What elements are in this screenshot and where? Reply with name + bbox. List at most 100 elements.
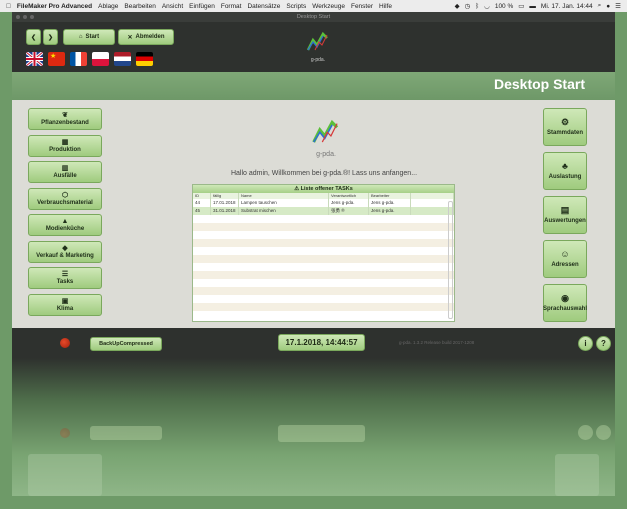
table-row[interactable]: 44 17.01.2018 Lampen tauschen Jens g-pda… (193, 199, 454, 207)
home-icon: ⌂ (78, 34, 83, 40)
close-window-icon[interactable] (16, 15, 20, 19)
cell-editor: Jens g-pda. (369, 207, 411, 215)
cell-editor: Jens g-pda. (369, 199, 411, 207)
notification-center-icon[interactable]: ☰ (615, 2, 621, 10)
nav-label: Ausfälle (53, 173, 77, 179)
backup-reflection (90, 426, 162, 440)
nav-modienkueche-button[interactable]: ▲ Modienküche (28, 214, 102, 236)
menu-item[interactable]: Ansicht (162, 3, 183, 10)
spotlight-icon[interactable]: ⌕ (598, 2, 602, 10)
nav-auswertungen-button[interactable]: ▤ Auswertungen (543, 196, 587, 234)
tomato-icon[interactable] (60, 338, 70, 348)
menu-item[interactable]: Ablage (98, 3, 118, 10)
flag-poland-icon[interactable] (92, 52, 109, 66)
task-list-title: Liste offener TASKs (300, 186, 353, 192)
nav-adressen-button[interactable]: ☺ Adressen (543, 240, 587, 278)
window-controls[interactable] (16, 15, 34, 19)
nav-tasks-button[interactable]: ☰ Tasks (28, 267, 102, 289)
flag-france-icon[interactable] (70, 52, 87, 66)
gear-icon: ⚙ (560, 117, 570, 127)
left-nav: ❦ Pflanzenbestand ▦ Produktion ▥ Ausfälle ⬡… (28, 108, 102, 320)
wifi-icon[interactable]: ◡ (484, 2, 490, 10)
nav-label: Adressen (551, 262, 579, 268)
empty-row (193, 271, 454, 279)
nav-label: Modienküche (45, 226, 85, 232)
cell-name: Lampen tauschen (239, 199, 329, 207)
empty-row (193, 263, 454, 271)
top-toolbar: ❮ ❯ ⌂ Start ✕ Abmelden ★ g-pda. (12, 22, 615, 72)
nav-verkauf-marketing-button[interactable]: ◆ Verkauf & Marketing (28, 240, 102, 263)
nav-auslastung-button[interactable]: ♣ Auslastung (543, 152, 587, 190)
zoom-window-icon[interactable] (30, 15, 34, 19)
menu-item[interactable]: Datensätze (247, 3, 280, 10)
empty-row (193, 247, 454, 255)
nav-label: Sprachauswahl (543, 306, 588, 312)
menu-item[interactable]: Fenster (351, 3, 373, 10)
close-icon: ✕ (127, 34, 133, 41)
menu-item[interactable]: Hilfe (379, 3, 392, 10)
app-name[interactable]: FileMaker Pro Advanced (17, 3, 92, 10)
trash-icon: ▥ (61, 165, 69, 172)
siri-icon[interactable]: ● (606, 3, 610, 10)
cube-icon: ◆ (62, 244, 68, 252)
clock-reflection (278, 425, 365, 442)
menu-item[interactable]: Werkzeuge (312, 3, 345, 10)
version-text: g-pda. 1.3.2 Release build 2017-1208 (399, 340, 475, 345)
nav-pflanzenbestand-button[interactable]: ❦ Pflanzenbestand (28, 108, 102, 130)
apple-icon[interactable]:  (6, 3, 11, 10)
empty-row (193, 215, 454, 223)
page-title: Desktop Start (493, 76, 585, 92)
menu-item[interactable]: Bearbeiten (124, 3, 155, 10)
logo-text: g-pda. (316, 151, 336, 158)
globe-icon: ◉ (561, 293, 569, 303)
battery-icon[interactable]: ▭ (518, 2, 524, 10)
menu-item[interactable]: Scripts (286, 3, 306, 10)
nav-verbrauchsmaterial-button[interactable]: ⬡ Verbrauchsmaterial (28, 187, 102, 210)
flag-uk-icon[interactable] (26, 52, 43, 66)
menu-item[interactable]: Format (221, 3, 242, 10)
dropbox-icon[interactable]: ◆ (455, 2, 460, 10)
time-machine-icon[interactable]: ◷ (465, 2, 471, 10)
nav-label: Auslastung (548, 174, 582, 180)
flag-germany-icon[interactable] (136, 52, 153, 66)
cell-due: 31.01.2018 (211, 207, 239, 215)
empty-row (193, 303, 454, 311)
warning-icon: ⚠ (294, 186, 300, 192)
help-icon: ? (601, 339, 606, 348)
flag-china-icon[interactable]: ★ (48, 52, 65, 66)
info-button[interactable]: i (578, 336, 593, 351)
battery-text[interactable]: 100 % (495, 3, 513, 10)
nav-reflection (28, 454, 102, 496)
window-titlebar: Desktop Start (12, 12, 615, 22)
window-reflection (12, 358, 615, 496)
nav-sprachauswahl-button[interactable]: ◉ Sprachauswahl (543, 284, 587, 322)
user-add-icon: ☺ (560, 249, 570, 259)
logout-button[interactable]: ✕ Abmelden (118, 29, 174, 45)
tomato-reflection-icon (60, 428, 70, 438)
task-scrollbar[interactable] (448, 201, 453, 319)
forward-button[interactable]: ❯ (43, 29, 58, 45)
flag-netherlands-icon[interactable] (114, 52, 131, 66)
cell-due: 17.01.2018 (211, 199, 239, 207)
nav-label: Auswertungen (544, 218, 586, 224)
table-row[interactable]: 45 31.01.2018 Substrat mischen 张勇 ® Jens… (193, 207, 454, 215)
nav-stammdaten-button[interactable]: ⚙ Stammdaten (543, 108, 587, 146)
start-button[interactable]: ⌂ Start (63, 29, 115, 45)
nav-ausfaelle-button[interactable]: ▥ Ausfälle (28, 161, 102, 183)
calendar-icon: ▤ (560, 205, 570, 215)
nav-label: Pflanzenbestand (41, 120, 89, 126)
nav-produktion-button[interactable]: ▦ Produktion (28, 134, 102, 157)
nav-klima-button[interactable]: ▣ Klima (28, 293, 102, 316)
cell-id: 45 (193, 207, 211, 215)
back-button[interactable]: ❮ (26, 29, 41, 45)
backup-button[interactable]: BackUpCompressed (90, 337, 162, 351)
menubar-datetime[interactable]: Mi. 17. Jan. 14:44 (541, 3, 593, 10)
app-window: ❮ ❯ ⌂ Start ✕ Abmelden ★ g-pda. Desktop St… (12, 22, 615, 496)
minimize-window-icon[interactable] (23, 15, 27, 19)
bluetooth-icon[interactable]: ᛒ (475, 3, 479, 10)
help-button[interactable]: ? (596, 336, 611, 351)
menu-item[interactable]: Einfügen (189, 3, 215, 10)
keyboard-flag-icon[interactable]: ▬ (529, 3, 536, 10)
empty-row (193, 255, 454, 263)
task-list-title-bar: ⚠ Liste offener TASKs (193, 185, 454, 193)
